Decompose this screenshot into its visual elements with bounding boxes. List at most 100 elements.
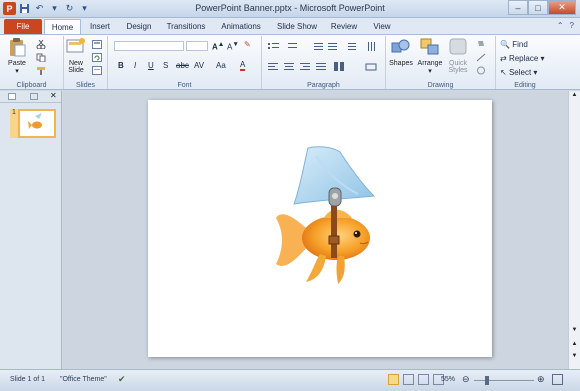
change-case-button[interactable]: Aa xyxy=(216,61,226,70)
quick-styles-label-2: Styles xyxy=(448,67,468,74)
alignment-icons[interactable] xyxy=(268,62,378,72)
quick-styles-icon xyxy=(449,38,467,55)
arrange-icon xyxy=(420,38,439,55)
help-icon[interactable]: ? xyxy=(570,21,574,30)
select-button[interactable]: ↖ Select ▾ xyxy=(500,68,537,77)
scroll-down-icon[interactable]: ▼ xyxy=(570,327,579,337)
close-icon[interactable]: ✕ xyxy=(50,91,57,100)
window-controls: – □ ✕ xyxy=(508,0,576,15)
new-slide-label-2: Slide xyxy=(68,67,84,74)
tab-view[interactable]: View xyxy=(370,19,394,35)
chevron-down-icon: ▾ xyxy=(15,68,19,75)
replace-icon: ⇄ xyxy=(500,54,507,63)
vertical-scrollbar[interactable]: ▲ ▼ ▲ ▼ xyxy=(568,91,580,369)
clipboard-group: Paste ▾ Clipboard xyxy=(0,36,64,89)
strikethrough-button[interactable]: abc xyxy=(176,61,189,70)
slides-tab[interactable] xyxy=(8,93,16,100)
drawing-group: Shapes Arrange ▾ Quick Styles Drawing xyxy=(386,36,496,89)
tab-review[interactable]: Review xyxy=(330,19,358,35)
arrange-label: Arrange xyxy=(417,60,443,67)
layout-icon[interactable] xyxy=(92,40,102,49)
minimize-button[interactable]: – xyxy=(508,0,528,15)
outline-tab[interactable] xyxy=(30,93,38,100)
drawing-group-label: Drawing xyxy=(427,82,454,89)
shrink-font-icon[interactable]: A▼ xyxy=(227,41,239,52)
reading-view-icon[interactable] xyxy=(418,374,429,385)
zoom-slider[interactable] xyxy=(474,380,534,381)
clear-formatting-icon[interactable]: ✎ xyxy=(244,40,251,49)
cursor-icon: ↖ xyxy=(500,68,507,77)
arrange-button[interactable]: Arrange ▾ xyxy=(416,37,444,75)
paste-button[interactable]: Paste ▾ xyxy=(4,37,30,75)
zoom-slider-thumb[interactable] xyxy=(485,376,489,385)
shapes-icon xyxy=(391,39,410,53)
shadow-button[interactable]: S xyxy=(163,61,168,70)
shape-effects-icon[interactable] xyxy=(476,66,486,75)
close-button[interactable]: ✕ xyxy=(548,0,576,15)
status-bar: Slide 1 of 1 "Office Theme" ✔ 55% ⊖ ⊕ xyxy=(0,369,580,391)
title-bar: P ↶ ▾ ↻ ▾ PowerPoint Banner.pptx - Micro… xyxy=(0,0,580,18)
character-spacing-button[interactable]: AV xyxy=(194,61,204,70)
slide-sorter-view-icon[interactable] xyxy=(403,374,414,385)
slide[interactable] xyxy=(148,100,492,357)
tab-home[interactable]: Home xyxy=(44,19,81,35)
replace-button[interactable]: ⇄ Replace ▾ xyxy=(500,54,545,63)
shapes-label: Shapes xyxy=(389,60,413,67)
shape-fill-icon[interactable] xyxy=(476,40,486,49)
tab-insert[interactable]: Insert xyxy=(88,19,112,35)
zoom-out-icon[interactable]: ⊖ xyxy=(462,374,470,385)
quick-styles-label-1: Quick xyxy=(449,60,467,67)
fit-to-window-icon[interactable] xyxy=(552,374,563,385)
collapse-ribbon-icon[interactable]: ⌃ xyxy=(557,21,564,30)
font-family-dropdown[interactable] xyxy=(114,41,184,51)
tab-design[interactable]: Design xyxy=(124,19,154,35)
format-painter-icon[interactable] xyxy=(36,66,46,75)
copy-icon[interactable] xyxy=(36,53,46,62)
zoom-in-icon[interactable]: ⊕ xyxy=(537,374,545,385)
reset-icon[interactable] xyxy=(92,53,102,62)
slide-number: 1 xyxy=(10,109,18,138)
replace-label: Replace xyxy=(508,54,539,63)
tab-file[interactable]: File xyxy=(4,19,42,35)
shape-outline-icon[interactable] xyxy=(476,53,486,62)
theme-status[interactable]: "Office Theme" xyxy=(60,376,107,383)
spell-check-icon[interactable]: ✔ xyxy=(118,374,126,385)
find-button[interactable]: 🔍 Find xyxy=(500,40,528,49)
maximize-button[interactable]: □ xyxy=(528,0,548,15)
new-slide-icon xyxy=(66,38,85,53)
font-group-label: Font xyxy=(177,82,192,89)
slide-count-status: Slide 1 of 1 xyxy=(10,376,46,383)
editing-group: 🔍 Find ⇄ Replace ▾ ↖ Select ▾ Editing xyxy=(496,36,554,89)
previous-slide-icon[interactable]: ▲ xyxy=(570,341,579,351)
italic-button[interactable]: I xyxy=(134,61,136,70)
paste-icon xyxy=(10,38,26,57)
chevron-down-icon: ▾ xyxy=(428,68,432,75)
section-icon[interactable] xyxy=(92,66,102,75)
clipboard-group-label: Clipboard xyxy=(16,82,47,89)
shapes-button[interactable]: Shapes xyxy=(388,37,414,67)
new-slide-button[interactable]: New Slide xyxy=(65,37,87,74)
tab-transitions[interactable]: Transitions xyxy=(166,19,206,35)
fish-with-shark-fin-image[interactable] xyxy=(148,100,492,357)
slides-panel: ✕ 1 xyxy=(0,91,62,369)
slide-thumbnail[interactable] xyxy=(18,109,56,138)
grow-font-icon[interactable]: A▲ xyxy=(212,41,224,52)
underline-button[interactable]: U xyxy=(148,61,154,70)
list-indent-icons[interactable] xyxy=(268,42,378,52)
ribbon-tabs: File Home Insert Design Transitions Anim… xyxy=(0,18,580,35)
editing-canvas xyxy=(63,91,568,369)
ribbon-right-controls: ⌃ ? xyxy=(557,21,574,30)
scroll-up-icon[interactable]: ▲ xyxy=(570,92,579,102)
font-size-dropdown[interactable] xyxy=(186,41,208,51)
normal-view-icon[interactable] xyxy=(388,374,399,385)
next-slide-icon[interactable]: ▼ xyxy=(570,353,579,363)
bold-button[interactable]: B xyxy=(118,61,124,70)
zoom-level[interactable]: 55% xyxy=(441,376,455,383)
font-group: A▲ A▼ ✎ B I U S abc AV Aa A Font xyxy=(108,36,262,89)
cut-icon[interactable] xyxy=(36,40,46,49)
font-color-button[interactable]: A xyxy=(240,60,246,71)
tab-slide-show[interactable]: Slide Show xyxy=(276,19,318,35)
tab-animations[interactable]: Animations xyxy=(220,19,262,35)
paragraph-group: Paragraph xyxy=(262,36,386,89)
quick-styles-button[interactable]: Quick Styles xyxy=(446,37,470,74)
